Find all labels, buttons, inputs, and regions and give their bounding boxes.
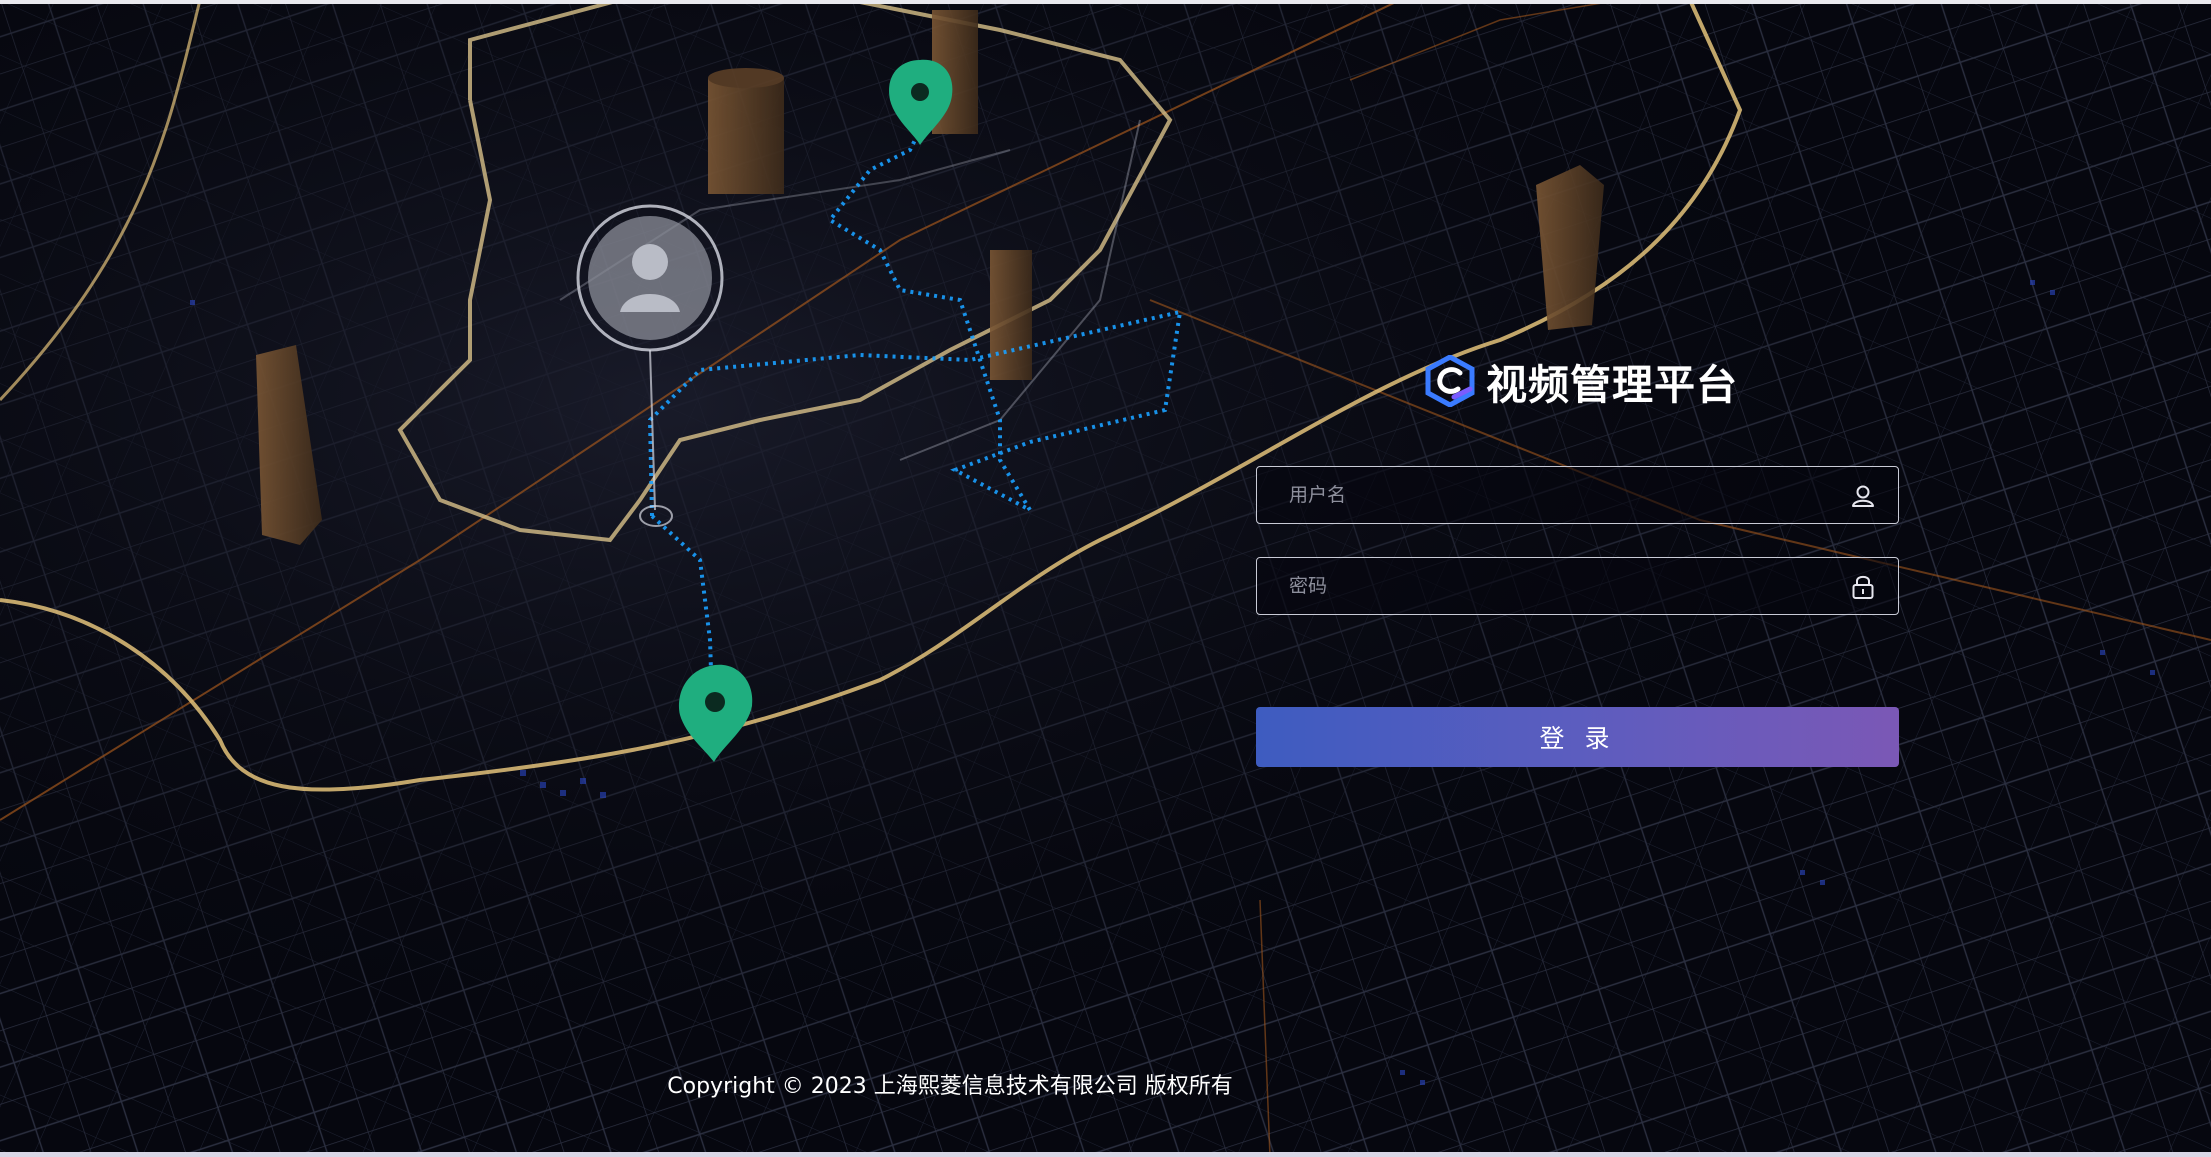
lock-icon bbox=[1852, 575, 1874, 599]
app-title: 视频管理平台 bbox=[1486, 361, 1738, 409]
brand-header: 视频管理平台 bbox=[1424, 350, 1738, 412]
username-field[interactable] bbox=[1256, 466, 1899, 524]
login-button[interactable]: 登 录 bbox=[1256, 707, 1899, 767]
bottom-border bbox=[0, 1152, 2211, 1157]
user-icon bbox=[1852, 485, 1874, 507]
username-input[interactable] bbox=[1257, 467, 1898, 523]
copyright-text: Copyright © 2023 上海熙菱信息技术有限公司 版权所有 bbox=[667, 1074, 1233, 1099]
password-input[interactable] bbox=[1257, 558, 1898, 614]
password-field[interactable] bbox=[1256, 557, 1899, 615]
c-hexagon-logo-icon bbox=[1425, 355, 1475, 407]
top-border bbox=[0, 0, 2211, 4]
